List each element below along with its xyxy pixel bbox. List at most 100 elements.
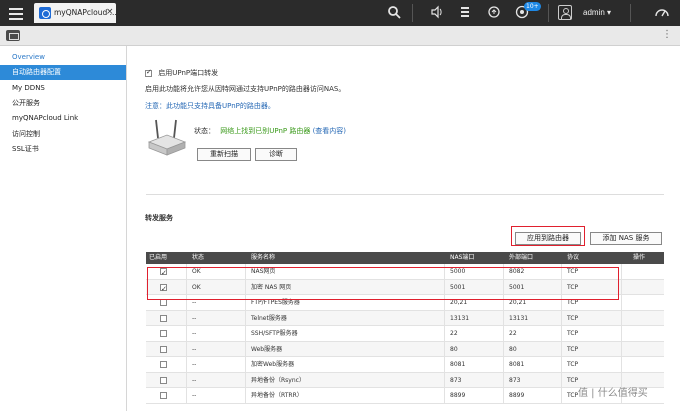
- sidebar: Overview 自动路由器配置 My DDNS 公开服务 myQNAPclou…: [0, 46, 127, 411]
- tab-close-icon[interactable]: ×: [106, 7, 114, 17]
- row-protocol: TCP: [567, 361, 579, 368]
- column-separator: [444, 310, 445, 325]
- column-separator: [503, 372, 504, 387]
- column-separator: [245, 310, 246, 325]
- column-header-protocol[interactable]: 协议: [567, 252, 579, 264]
- sidebar-item-my-ddns[interactable]: My DDNS: [0, 81, 126, 96]
- sidebar-item-overview[interactable]: Overview: [0, 50, 126, 65]
- table-row: -- 加密Web服务器 8081 8081 TCP: [146, 357, 664, 373]
- row-enabled-checkbox[interactable]: [160, 330, 167, 337]
- section-divider: [146, 194, 664, 195]
- column-separator: [444, 372, 445, 387]
- upnp-description: 启用此功能将允许您从因特网通过支持UPnP的路由器访问NAS。: [145, 85, 346, 93]
- row-status: --: [192, 314, 197, 322]
- secondary-toolbar: ⋮: [0, 26, 680, 46]
- column-separator: [444, 341, 445, 356]
- column-separator: [503, 326, 504, 341]
- user-menu[interactable]: admin ▾: [583, 8, 611, 17]
- table-row: -- Telnet服务器 13131 13131 TCP: [146, 310, 664, 326]
- row-service-name: 异地备份（Rsync）: [251, 376, 305, 384]
- background-tasks-icon[interactable]: [457, 5, 473, 21]
- row-enabled-cell: [160, 342, 167, 357]
- sidebar-item-public-services[interactable]: 公开服务: [0, 96, 126, 111]
- column-separator: [561, 372, 562, 387]
- row-protocol: TCP: [567, 345, 579, 353]
- upnp-status: 状态： 网络上找到已别UPnP 路由器 (查看内容): [194, 126, 346, 136]
- watermark: 值 | 什么值得买: [578, 388, 648, 399]
- toolbar-divider: [412, 4, 413, 22]
- top-bar: myQNAPcloud ... × 10+ admin ▾: [0, 0, 680, 26]
- column-separator: [503, 310, 504, 325]
- row-enabled-checkbox[interactable]: [160, 392, 167, 399]
- table-row: -- Web服务器 80 80 TCP: [146, 341, 664, 357]
- hamburger-menu-icon[interactable]: [8, 5, 24, 21]
- row-status: --: [192, 345, 197, 353]
- column-separator: [245, 372, 246, 387]
- column-separator: [621, 326, 622, 341]
- router-image-icon: [146, 116, 187, 156]
- row-enabled-checkbox[interactable]: [160, 345, 167, 353]
- enabled-rows-highlight: [147, 267, 619, 300]
- app-tab-myqnapcloud[interactable]: myQNAPcloud ... ×: [34, 3, 117, 23]
- column-separator: [621, 279, 622, 294]
- row-service-name: SSH/SFTP服务器: [251, 330, 298, 337]
- more-options-icon[interactable]: ⋮: [662, 29, 672, 40]
- upnp-enable-label: 启用UPnP端口转发: [158, 69, 219, 77]
- forwarding-section-title: 转发服务: [145, 214, 173, 222]
- sidebar-item-access-control[interactable]: 访问控制: [0, 127, 126, 142]
- column-separator: [503, 341, 504, 356]
- column-header-enabled[interactable]: 已启用: [149, 252, 167, 264]
- row-enabled-cell: [160, 373, 167, 388]
- column-separator: [444, 357, 445, 372]
- row-nas-port: 873: [450, 376, 462, 384]
- column-separator: [503, 388, 504, 403]
- upnp-enable-row: 启用UPnP端口转发: [145, 68, 218, 78]
- row-protocol: TCP: [567, 314, 579, 322]
- toolbar-divider: [630, 4, 631, 22]
- add-nas-service-button[interactable]: 添加 NAS 服务: [590, 232, 662, 245]
- column-separator: [186, 357, 187, 372]
- row-nas-port: 80: [450, 345, 458, 353]
- search-icon[interactable]: [386, 5, 402, 21]
- dashboard-gauge-icon[interactable]: [654, 5, 670, 21]
- column-header-external-port[interactable]: 外部端口: [509, 252, 533, 264]
- row-enabled-checkbox[interactable]: [160, 314, 167, 322]
- column-header-service-name[interactable]: 服务名称: [251, 252, 275, 264]
- user-avatar-icon[interactable]: [558, 5, 572, 20]
- row-enabled-checkbox[interactable]: [160, 299, 167, 306]
- column-header-status[interactable]: 状态: [192, 252, 204, 264]
- table-header: 已启用 状态 服务名称 NAS端口 外部端口 协议 操作: [146, 252, 664, 264]
- column-separator: [561, 388, 562, 403]
- row-nas-port: 22: [450, 330, 458, 337]
- row-status: --: [192, 361, 197, 368]
- column-header-action[interactable]: 操作: [633, 252, 645, 264]
- diagnose-button[interactable]: 诊断: [255, 148, 297, 161]
- column-header-nas-port[interactable]: NAS端口: [450, 252, 474, 264]
- toolbar-divider: [548, 4, 549, 22]
- upnp-enable-checkbox[interactable]: [145, 68, 152, 77]
- row-enabled-checkbox[interactable]: [160, 376, 167, 384]
- column-separator: [186, 341, 187, 356]
- sidebar-item-myqnapcloud-link[interactable]: myQNAPcloud Link: [0, 111, 126, 126]
- view-details-link[interactable]: (查看内容): [313, 127, 346, 135]
- rescan-button[interactable]: 重新扫描: [197, 148, 251, 161]
- row-status: --: [192, 392, 197, 399]
- row-external-port: 8081: [509, 361, 525, 368]
- row-enabled-checkbox[interactable]: [160, 361, 167, 368]
- row-nas-port: 13131: [450, 314, 470, 322]
- row-protocol: TCP: [567, 376, 579, 384]
- column-separator: [561, 310, 562, 325]
- volume-icon[interactable]: [429, 5, 445, 21]
- view-toggle-icon[interactable]: [6, 30, 20, 41]
- row-external-port: 8899: [509, 392, 525, 399]
- column-separator: [621, 264, 622, 279]
- row-service-name: Telnet服务器: [251, 314, 287, 322]
- column-separator: [186, 326, 187, 341]
- sidebar-item-ssl-certificate[interactable]: SSL证书: [0, 142, 126, 157]
- column-separator: [444, 326, 445, 341]
- sidebar-item-auto-router-config[interactable]: 自动路由器配置: [0, 65, 126, 80]
- sync-icon[interactable]: [486, 5, 502, 21]
- row-service-name: Web服务器: [251, 345, 283, 353]
- column-separator: [503, 357, 504, 372]
- row-external-port: 80: [509, 345, 517, 353]
